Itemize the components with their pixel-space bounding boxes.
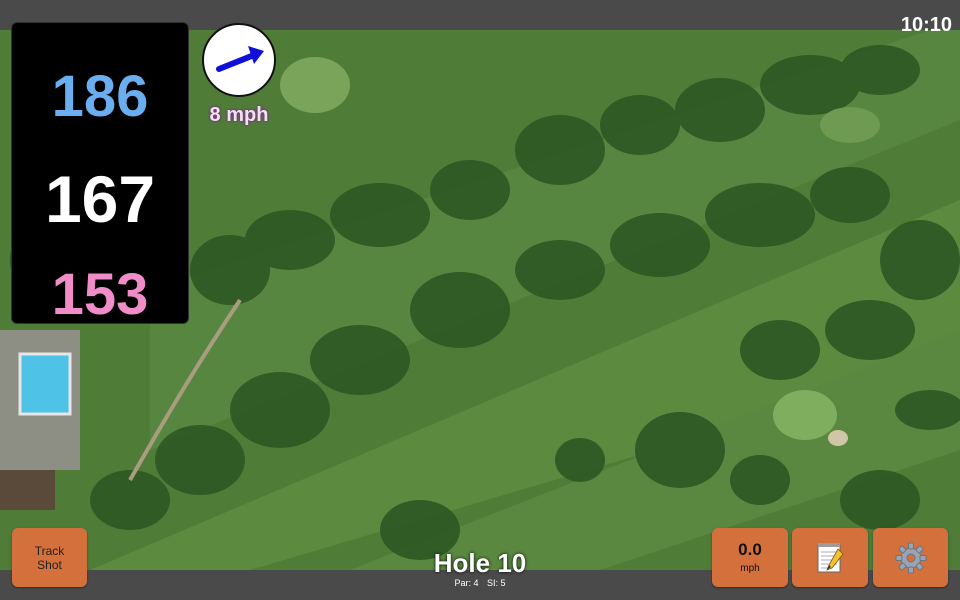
speed-value: 0.0 [738,539,762,559]
hole-details: Par: 4 SI: 5 [380,578,580,588]
notepad-icon [817,542,844,572]
speed-button[interactable]: 0.0 mph [712,528,788,587]
distance-middle: 167 [44,162,156,236]
hole-title: Hole 10 [433,548,527,578]
hole-par: Par: 4 [454,578,479,588]
distance-back: 186 [51,64,149,129]
notes-button[interactable] [792,528,868,587]
distance-front: 153 [51,262,149,327]
wind-direction-dial [202,23,276,97]
track-shot-label-line2: Shot [37,557,62,572]
speed-unit: mph [740,562,760,574]
gear-icon [895,542,926,573]
hole-stroke-index: SI: 5 [487,578,506,588]
wind-arrow-icon [216,46,264,72]
wind-speed-label: 8 mph [209,104,269,126]
distance-panel: 186 167 153 [11,22,189,327]
track-shot-button[interactable]: Track Shot [12,528,87,587]
track-shot-label-line1: Track [34,543,65,558]
settings-button[interactable] [873,528,948,587]
hole-info: Hole 10 Par: 4 SI: 5 [380,548,580,588]
clock-time: 10:10 [900,14,952,36]
